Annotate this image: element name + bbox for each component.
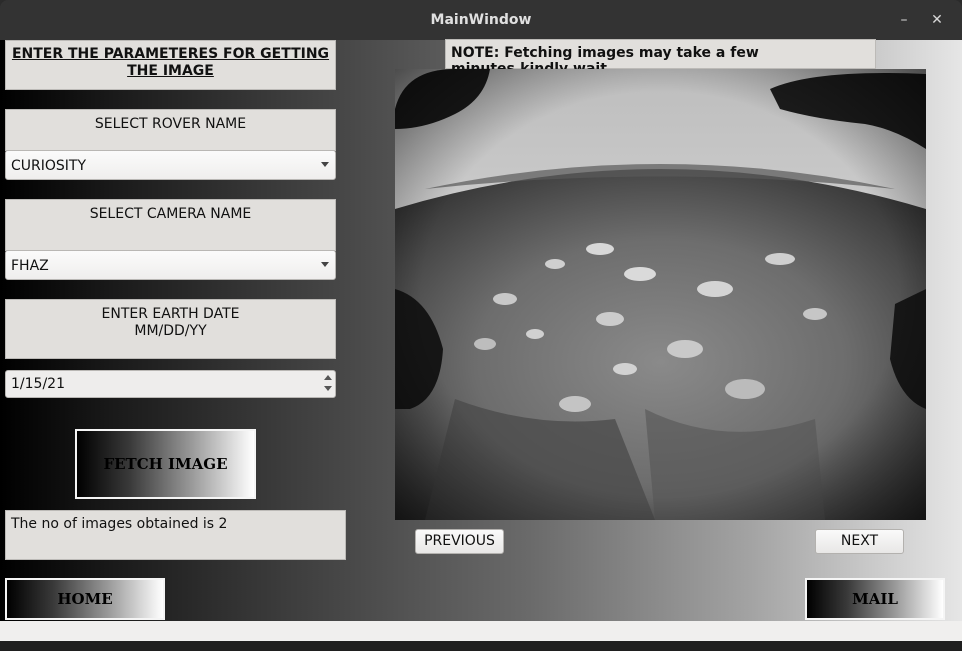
fetch-image-button[interactable]: FETCH IMAGE	[75, 429, 256, 499]
main-window: MainWindow – ✕ ENTER THE PARAMETERES FOR…	[0, 0, 962, 651]
mail-button[interactable]: MAIL	[805, 578, 945, 620]
date-label-line2: MM/DD/YY	[134, 323, 207, 339]
camera-label-box: SELECT CAMERA NAME	[5, 199, 336, 251]
note-box: NOTE: Fetching images may take a few min…	[445, 39, 876, 77]
home-button[interactable]: HOME	[5, 578, 165, 620]
window-title: MainWindow	[430, 12, 532, 28]
result-text: The no of images obtained is 2	[11, 516, 228, 532]
rover-select-value: CURIOSITY	[11, 158, 87, 174]
chevron-down-icon	[321, 162, 329, 167]
mars-surface-image	[395, 69, 926, 520]
parameters-header-text: ENTER THE PARAMETERES FOR GETTING THE IM…	[11, 46, 330, 79]
chevron-down-icon	[321, 262, 329, 267]
spin-up-icon[interactable]	[323, 373, 333, 383]
result-box: The no of images obtained is 2	[5, 510, 346, 560]
rover-image	[395, 69, 926, 520]
date-label-box: ENTER EARTH DATE MM/DD/YY	[5, 299, 336, 359]
date-label-line1: ENTER EARTH DATE	[101, 306, 240, 322]
previous-button[interactable]: PREVIOUS	[415, 529, 504, 554]
close-button[interactable]: ✕	[927, 10, 947, 30]
parameters-header: ENTER THE PARAMETERES FOR GETTING THE IM…	[5, 40, 336, 90]
camera-select-value: FHAZ	[11, 258, 49, 274]
status-bar	[0, 621, 962, 641]
rover-label-box: SELECT ROVER NAME	[5, 109, 336, 151]
camera-label: SELECT CAMERA NAME	[89, 206, 252, 222]
window-bottom-edge	[0, 641, 962, 651]
title-bar: MainWindow – ✕	[0, 0, 962, 40]
rover-select[interactable]: CURIOSITY	[5, 150, 336, 180]
next-button[interactable]: NEXT	[815, 529, 904, 554]
rover-label: SELECT ROVER NAME	[94, 116, 247, 132]
camera-select[interactable]: FHAZ	[5, 250, 336, 280]
date-input-value: 1/15/21	[11, 376, 65, 392]
minimize-button[interactable]: –	[894, 10, 914, 30]
spin-down-icon[interactable]	[323, 384, 333, 394]
date-input[interactable]: 1/15/21	[5, 370, 336, 398]
